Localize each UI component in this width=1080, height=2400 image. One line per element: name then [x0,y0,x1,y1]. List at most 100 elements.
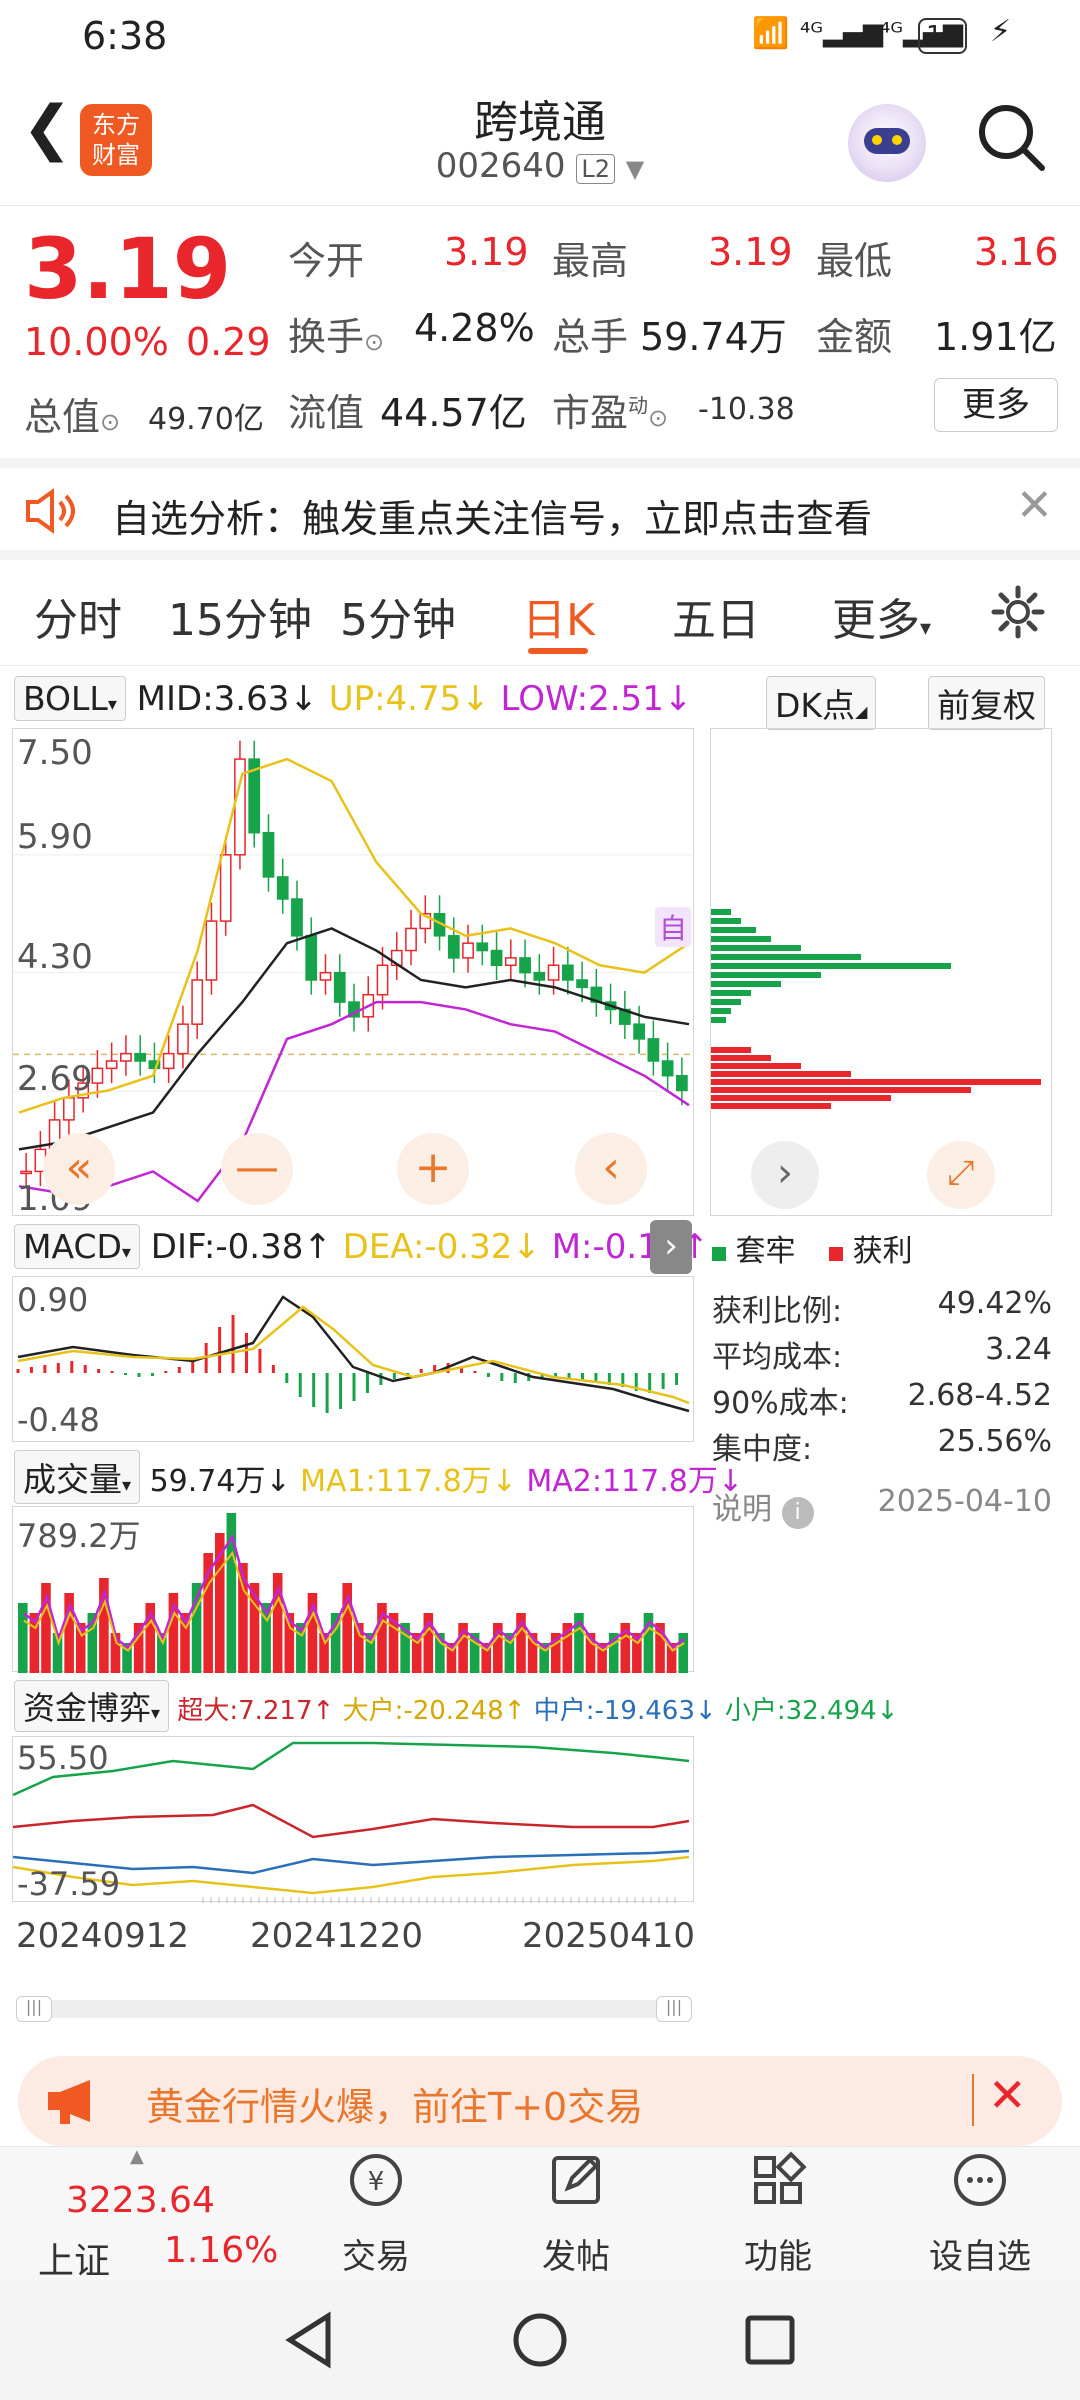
tab-more[interactable]: 更多▾ [832,584,931,648]
low-label: 最低 [816,239,893,283]
tab-daily-k[interactable]: 日K [522,584,595,648]
back-triangle-icon[interactable] [282,2310,336,2370]
settings-gear-icon[interactable] [990,584,1046,640]
analysis-notice[interactable]: 自选分析：触发重点关注信号，立即点击查看 ✕ [0,458,1080,560]
y-label-max: 7.50 [17,733,93,773]
macd-dif: DIF:-0.38↑ [150,1227,332,1267]
fund-chart-panel[interactable]: 55.50 -37.59 [12,1736,694,1903]
app-logo[interactable]: 东方财富 [80,104,152,176]
boll-indicator-select[interactable]: BOLL▾ [14,676,126,721]
promo-text: 黄金行情火爆，前往T+0交易 [146,2085,644,2129]
macd-dea: DEA:-0.32↓ [342,1227,541,1267]
nav-trade[interactable]: ¥ 交易 [276,2150,476,2278]
search-icon[interactable] [976,102,1048,174]
back-icon[interactable]: ❮ [22,98,72,158]
nav-features[interactable]: 功能 [678,2150,878,2278]
quote-panel: 3.19 10.00% 0.29 总值⊙ 49.70亿 今开 3.19 最高 3… [0,206,1080,458]
index-value[interactable]: 3223.64 [66,2180,215,2221]
self-select-marker[interactable]: 自 [655,907,691,947]
zoom-out-button[interactable]: — [221,1133,293,1205]
boll-legend: BOLL▾ MID:3.63↓ UP:4.75↓ LOW:2.51↓ [14,676,694,721]
fund-mid: 中户:-19.463↓ [533,1696,717,1726]
info-icon[interactable]: i [781,1497,814,1529]
chip-bar-profit [711,1087,971,1093]
assistant-robot-icon[interactable] [848,104,926,182]
chip-bar-profit [711,1079,1041,1085]
tab-fenshi[interactable]: 分时 [34,584,122,648]
nav-post[interactable]: 发帖 [476,2150,676,2278]
promo-banner[interactable]: 黄金行情火爆，前往T+0交易 ✕ [18,2056,1062,2146]
macd-indicator-select[interactable]: MACD▾ [14,1224,140,1269]
price-adjust-button[interactable]: 前复权 [928,676,1045,730]
level-badge: L2 [576,154,615,184]
more-quote-button[interactable]: 更多 [934,378,1058,432]
chip-bar-trap [711,927,756,933]
expand-right-button[interactable]: › [650,1220,692,1274]
info-icon[interactable]: ⊙ [364,328,384,356]
total-value: 49.70亿 [148,402,264,437]
edit-icon [552,2156,600,2204]
range-scrollbar[interactable]: ||| ||| [16,1996,692,2022]
volume-chart-panel[interactable]: 789.2万 [12,1506,694,1673]
candle [519,957,531,974]
recents-square-icon[interactable] [742,2312,798,2368]
scroll-left-button[interactable]: ‹ [575,1133,647,1205]
boll-mid: MID:3.63↓ [136,679,318,719]
candle [162,1052,175,1070]
info-icon[interactable]: ⊙ [648,404,668,432]
fund-indicator-select[interactable]: 资金博弈▾ [14,1680,170,1732]
nav-add-watchlist[interactable]: 设自选 [880,2150,1080,2278]
close-icon[interactable]: ✕ [988,2068,1027,2122]
candle [291,898,303,937]
close-icon[interactable]: ✕ [1016,480,1053,531]
range-handle-right[interactable]: ||| [656,1996,692,2022]
macd-chart-panel[interactable]: 0.90 -0.48 [12,1276,694,1442]
zoom-in-button[interactable]: + [397,1133,469,1205]
legend-trap: 套牢 [735,1234,796,1269]
tab-5min[interactable]: 5分钟 [340,584,456,648]
chip-date: 2025-04-10 [877,1484,1052,1519]
status-time: 6:38 [82,14,168,58]
stock-header: ❮ 东方财富 跨境通 002640 L2 ▼ [0,74,1080,206]
volume-bar [18,1603,28,1673]
candle [633,1023,645,1040]
change-pct: 10.00% [24,320,169,364]
expand-icon[interactable]: ⤢ [927,1141,995,1209]
info-icon[interactable]: ⊙ [100,408,120,436]
signal-icon: ⁴ᴳ▂▄▆ [800,18,884,48]
stock-name: 跨境通 [474,97,606,148]
chip-distribution-panel[interactable]: › ⤢ [710,728,1052,1216]
fund-y-min: -37.59 [17,1865,121,1903]
y-label-2: 5.90 [17,817,93,857]
kline-chart-panel[interactable]: 7.50 5.90 4.30 2.69 1.09 自 « — + ‹ [12,728,695,1219]
home-circle-icon[interactable] [510,2310,570,2370]
chip-bar-trap [711,981,781,987]
next-arrow-button[interactable]: › [751,1141,819,1209]
date-end: 20250410 [522,1916,696,1956]
volume-indicator-select[interactable]: 成交量▾ [14,1450,141,1504]
candle [533,971,546,981]
stock-code-row[interactable]: 002640 L2 ▼ [340,146,740,186]
series-mid [18,927,690,1151]
caret-down-icon: ▼ [625,155,645,183]
low-value: 3.16 [974,230,1059,274]
volume-ma1: MA1:117.8万↓ [300,1464,517,1499]
candle [675,1074,688,1092]
dk-point-button[interactable]: DK点◢ [766,676,877,730]
candle [504,957,517,967]
pe-value: -10.38 [698,392,795,427]
turnover-label: 换手⊙ [288,315,385,359]
rewind-button[interactable]: « [43,1133,115,1205]
tab-five-day[interactable]: 五日 [672,584,760,648]
more-dots-icon [954,2154,1006,2206]
chip-bar-trap [711,990,751,996]
last-price: 3.19 [24,220,232,318]
range-handle-left[interactable]: ||| [16,1996,52,2022]
charging-icon: ⚡ [990,14,1012,49]
volume-ma2: MA2:117.8万↓ [526,1464,743,1499]
system-nav-bar [0,2280,1080,2400]
grid-icon [754,2151,807,2204]
tab-15min[interactable]: 15分钟 [168,584,312,648]
candle [305,935,318,981]
candle [276,876,289,900]
